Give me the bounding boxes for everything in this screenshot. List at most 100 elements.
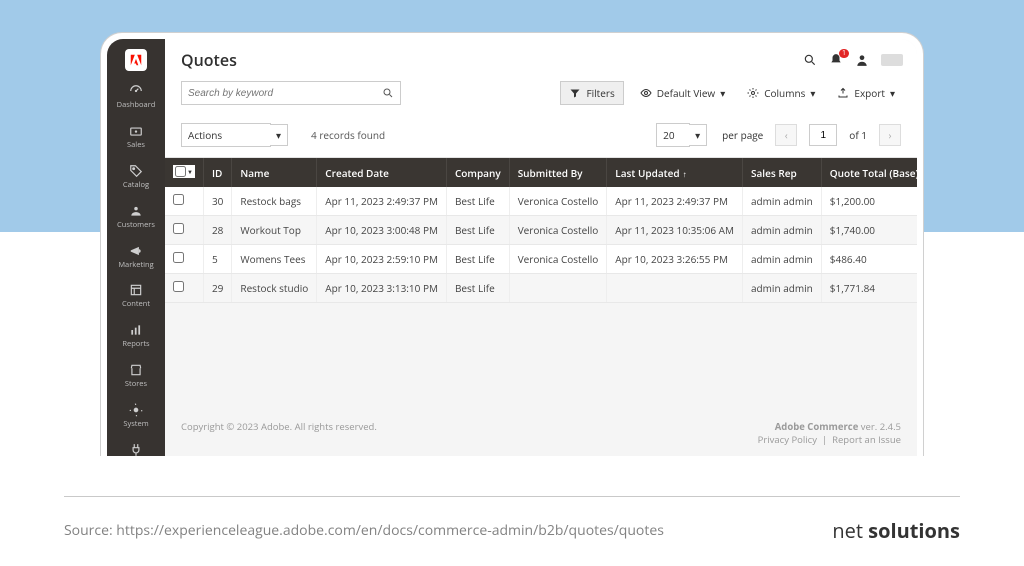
privacy-link[interactable]: Privacy Policy bbox=[758, 433, 817, 446]
search-icon[interactable] bbox=[803, 53, 817, 67]
gear-icon bbox=[747, 87, 759, 99]
sidebar-item-label: Sales bbox=[127, 142, 145, 150]
sidebar-item-stores[interactable]: Stores bbox=[107, 356, 165, 396]
controls-row: Filters Default View ▾ Columns ▾ Ex bbox=[165, 81, 917, 115]
table-row: 5Womens TeesApr 10, 2023 2:59:10 PMBest … bbox=[165, 245, 917, 274]
sidebar-item-customers[interactable]: Customers bbox=[107, 197, 165, 237]
sidebar-item-catalog[interactable]: Catalog bbox=[107, 157, 165, 197]
cell-company: Best Life bbox=[446, 216, 509, 245]
chevron-down-icon: ▾ bbox=[689, 124, 707, 146]
gear-icon bbox=[128, 402, 144, 418]
select-all-header[interactable]: ▼ bbox=[165, 158, 203, 187]
cell-submitted: Veronica Costello bbox=[509, 216, 607, 245]
export-button[interactable]: Export ▾ bbox=[831, 86, 901, 100]
chevron-down-icon: ▾ bbox=[890, 86, 895, 100]
page-of-label: of 1 bbox=[849, 128, 867, 142]
cell-base: $1,200.00 bbox=[821, 187, 917, 216]
col-created[interactable]: Created Date bbox=[317, 158, 447, 187]
col-updated[interactable]: Last Updated↑ bbox=[607, 158, 743, 187]
cell-submitted bbox=[509, 274, 607, 303]
filters-button[interactable]: Filters bbox=[560, 81, 623, 105]
top-bar: Quotes 1 bbox=[165, 39, 917, 81]
cell-company: Best Life bbox=[446, 245, 509, 274]
cell-name: Restock studio bbox=[232, 274, 317, 303]
per-page-select[interactable]: 20 ▾ bbox=[656, 123, 690, 147]
cell-company: Best Life bbox=[446, 187, 509, 216]
cell-created: Apr 10, 2023 3:13:10 PM bbox=[317, 274, 447, 303]
device-frame: Dashboard Sales Catalog Customers Market… bbox=[100, 32, 924, 456]
report-issue-link[interactable]: Report an Issue bbox=[832, 433, 901, 446]
cell-salesrep: admin admin bbox=[743, 216, 822, 245]
cell-company: Best Life bbox=[446, 274, 509, 303]
search-field[interactable] bbox=[188, 88, 382, 99]
sidebar-item-sales[interactable]: Sales bbox=[107, 117, 165, 157]
next-page-button[interactable]: › bbox=[879, 124, 901, 146]
columns-label: Columns bbox=[764, 86, 805, 100]
sidebar-item-label: Marketing bbox=[118, 262, 153, 270]
columns-button[interactable]: Columns ▾ bbox=[741, 86, 821, 100]
sidebar-item-content[interactable]: Content bbox=[107, 276, 165, 316]
net-solutions-logo: net solutions bbox=[832, 517, 960, 544]
sidebar-item-system[interactable]: System bbox=[107, 396, 165, 436]
cell-created: Apr 11, 2023 2:49:37 PM bbox=[317, 187, 447, 216]
cell-base: $1,771.84 bbox=[821, 274, 917, 303]
cell-updated bbox=[607, 274, 743, 303]
per-page-label: per page bbox=[722, 128, 763, 142]
row-checkbox[interactable] bbox=[165, 187, 203, 216]
default-view-button[interactable]: Default View ▾ bbox=[634, 86, 732, 100]
actions-label: Actions bbox=[188, 128, 222, 142]
row-checkbox[interactable] bbox=[165, 216, 203, 245]
chevron-down-icon: ▾ bbox=[810, 86, 815, 100]
quotes-table: ▼ ID Name Created Date Company Submitted… bbox=[165, 158, 917, 303]
gauge-icon bbox=[128, 83, 144, 99]
sales-icon bbox=[128, 123, 144, 139]
adobe-logo[interactable] bbox=[125, 49, 147, 71]
account-icon[interactable] bbox=[855, 53, 869, 67]
page-title: Quotes bbox=[181, 49, 803, 71]
actions-dropdown[interactable]: Actions ▾ bbox=[181, 123, 271, 147]
eye-icon bbox=[640, 87, 652, 99]
copyright: Copyright © 2023 Adobe. All rights reser… bbox=[181, 420, 377, 446]
row-checkbox[interactable] bbox=[165, 274, 203, 303]
cell-name: Workout Top bbox=[232, 216, 317, 245]
sidebar-item-partners[interactable]: Find Partners & Extensions bbox=[107, 436, 165, 456]
col-base[interactable]: Quote Total (Base) bbox=[821, 158, 917, 187]
sidebar-item-reports[interactable]: Reports bbox=[107, 316, 165, 356]
col-submitted[interactable]: Submitted By bbox=[509, 158, 607, 187]
sidebar-item-label: Reports bbox=[122, 341, 149, 349]
account-dropdown[interactable] bbox=[881, 54, 903, 66]
col-name[interactable]: Name bbox=[232, 158, 317, 187]
sidebar-item-dashboard[interactable]: Dashboard bbox=[107, 77, 165, 117]
cell-id: 29 bbox=[203, 274, 231, 303]
chevron-down-icon: ▾ bbox=[270, 124, 288, 146]
prev-page-button[interactable]: ‹ bbox=[775, 124, 797, 146]
cell-salesrep: admin admin bbox=[743, 245, 822, 274]
sidebar-item-marketing[interactable]: Marketing bbox=[107, 237, 165, 277]
col-salesrep[interactable]: Sales Rep bbox=[743, 158, 822, 187]
row-checkbox[interactable] bbox=[165, 245, 203, 274]
per-page-value: 20 bbox=[663, 128, 674, 142]
filter-icon bbox=[569, 87, 581, 99]
user-icon bbox=[128, 203, 144, 219]
current-page-input[interactable] bbox=[809, 124, 837, 146]
table-header-row: ▼ ID Name Created Date Company Submitted… bbox=[165, 158, 917, 187]
export-label: Export bbox=[854, 86, 885, 100]
notifications-button[interactable]: 1 bbox=[829, 53, 843, 67]
sidebar-item-label: Stores bbox=[125, 381, 147, 389]
sidebar-item-label: Customers bbox=[117, 222, 155, 230]
table-row: 29Restock studioApr 10, 2023 3:13:10 PMB… bbox=[165, 274, 917, 303]
sidebar-item-label: System bbox=[123, 421, 148, 429]
megaphone-icon bbox=[128, 243, 144, 259]
cell-base: $486.40 bbox=[821, 245, 917, 274]
tag-icon bbox=[128, 163, 144, 179]
cell-name: Womens Tees bbox=[232, 245, 317, 274]
filters-label: Filters bbox=[586, 86, 614, 100]
col-id[interactable]: ID bbox=[203, 158, 231, 187]
default-view-label: Default View bbox=[657, 86, 715, 100]
col-company[interactable]: Company bbox=[446, 158, 509, 187]
content-icon bbox=[128, 282, 144, 298]
table-row: 28Workout TopApr 10, 2023 3:00:48 PMBest… bbox=[165, 216, 917, 245]
records-found: 4 records found bbox=[311, 128, 385, 142]
chevron-down-icon: ▾ bbox=[720, 86, 725, 100]
search-input[interactable] bbox=[181, 81, 401, 105]
